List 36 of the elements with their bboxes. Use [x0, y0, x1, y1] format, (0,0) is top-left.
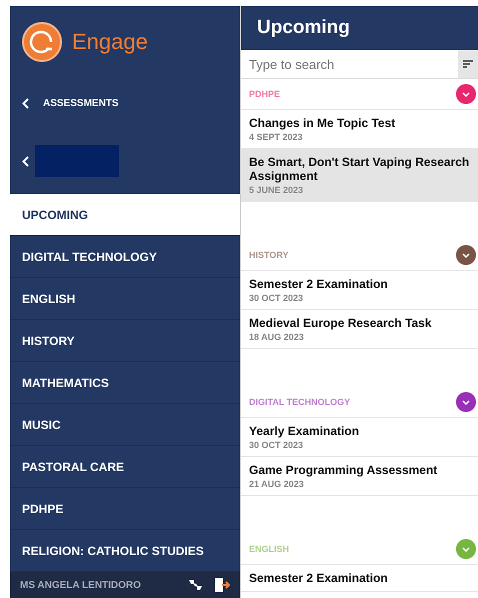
- assessment-title: Be Smart, Don't Start Vaping Research Assignment: [249, 155, 470, 183]
- assessment-title: Changes in Me Topic Test: [249, 116, 396, 130]
- expand-button[interactable]: [456, 245, 476, 265]
- subject-heading: HISTORY: [249, 250, 289, 260]
- assessment-item[interactable]: Be Smart, Don't Start Vaping Research Assignment 5 JUNE 2023: [241, 149, 478, 202]
- back-button[interactable]: ASSESSMENTS: [10, 78, 240, 128]
- chevron-down-icon: [462, 92, 470, 96]
- user-name: MS ANGELA LENTIDORO: [20, 580, 142, 590]
- subject-heading: ENGLISH: [249, 544, 290, 554]
- subject-heading: DIGITAL TECHNOLOGY: [249, 397, 350, 407]
- assessment-date: 4 SEPT 2023: [249, 132, 304, 142]
- assessment-title: Medieval Europe Research Task: [249, 316, 433, 330]
- chevron-down-icon: [462, 252, 470, 258]
- logo-icon: [22, 22, 62, 62]
- assessment-date: 30 OCT 2023: [249, 293, 304, 303]
- assessment-date: 21 AUG 2023: [249, 479, 305, 489]
- back-chevron-icon: [22, 98, 29, 108]
- app-name: Engage: [72, 29, 148, 55]
- assessment-title: Semester 2 Examination: [249, 571, 389, 585]
- assessment-date: 30 OCT 2023: [249, 440, 304, 450]
- expand-button[interactable]: [456, 84, 476, 104]
- back-chevron-icon: [22, 156, 29, 166]
- sidebar-item[interactable]: UPCOMING: [10, 194, 240, 236]
- filter-button[interactable]: [458, 50, 478, 78]
- assessment-date: 18 AUG 2023: [249, 332, 305, 342]
- sort-icon: [463, 60, 473, 68]
- chevron-down-icon: [462, 546, 470, 552]
- assessment-title: Game Programming Assessment: [249, 463, 438, 477]
- expand-button[interactable]: [456, 392, 476, 412]
- logout-icon[interactable]: [214, 577, 230, 593]
- assessment-date: 5 JUNE 2023: [249, 185, 304, 195]
- page-title: Upcoming: [241, 6, 478, 50]
- assessment-title: Yearly Examination: [249, 424, 360, 438]
- chevron-down-icon: [462, 400, 470, 404]
- assessment-title: Semester 2 Examination: [249, 277, 389, 291]
- subject-heading: PDHPE: [249, 89, 280, 99]
